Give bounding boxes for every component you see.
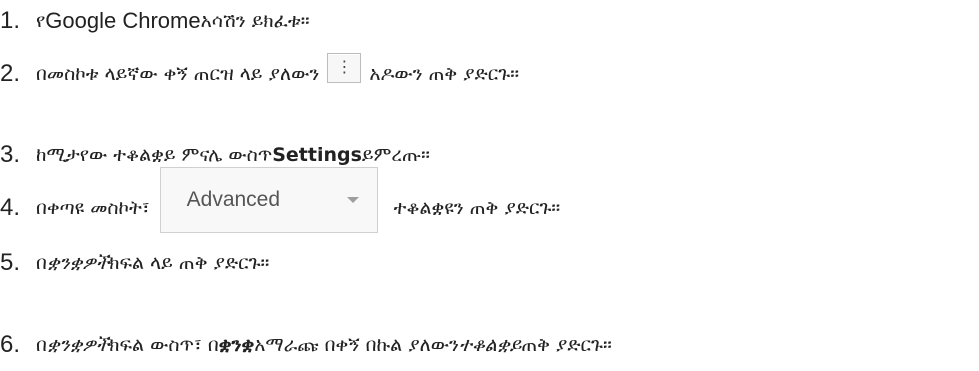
- app-name: Google Chrome: [45, 8, 201, 33]
- step-6: 6. በ ቋንቋዎች ክፍል ውስጥ፣ በ ቋንቋ አማራጩ በቀኝ በኩል ያ…: [0, 328, 979, 362]
- step-4: 4. በቀጣዩ መስኮት፣ Advanced ተቆልቋዩን ጠቅ ያድርጉ።: [0, 167, 979, 240]
- step-text-before: በቀጣዩ መስኮት፣: [36, 197, 150, 219]
- step-number: 6.: [0, 331, 21, 358]
- step-text-after: ተቆልቋዩን ጠቅ ያድርጉ።: [393, 197, 561, 219]
- advanced-dropdown[interactable]: Advanced: [159, 167, 378, 233]
- step-prefix: በ: [36, 334, 47, 356]
- step-text-middle-2: አማራጩ በቀኝ በኩል ያለውን: [254, 334, 459, 356]
- step-5: 5. በ ቋንቋዎች ክፍል ላይ ጠቅ ያድርጉ።: [0, 246, 979, 280]
- step-text-after: አዶውን ጠቅ ያድርጉ።: [369, 63, 520, 85]
- step-number: 3.: [0, 141, 21, 168]
- step-text-before: በመስኮቱ ላይኛው ቀኝ ጠርዝ ላይ ያለውን: [36, 63, 320, 85]
- step-number: 1.: [0, 7, 21, 34]
- step-text: አሳሽን ይክፈቱ።: [200, 10, 310, 32]
- more-menu-button[interactable]: ⋮: [327, 53, 362, 83]
- step-text-after: ክፍል ላይ ጠቅ ያድርጉ።: [109, 252, 270, 274]
- dropdown-word: ተቆልቋይ: [459, 334, 522, 356]
- step-number: 5.: [0, 249, 21, 276]
- step-prefix: በ: [36, 252, 47, 274]
- kebab-icon: ⋮: [336, 59, 353, 76]
- step-2: 2. በመስኮቱ ላይኛው ቀኝ ጠርዝ ላይ ያለውን ⋮ አዶውን ጠቅ ያ…: [0, 52, 979, 96]
- step-text-before: ከሚታየው ተቆልቋይ ምናሌ ውስጥ: [36, 144, 273, 166]
- dropdown-label: Advanced: [186, 188, 281, 211]
- step-prefix: የ: [36, 10, 46, 32]
- step-number: 2.: [0, 60, 21, 87]
- section-name: ቋንቋዎች: [46, 252, 110, 274]
- step-text-middle: ክፍል ውስጥ፣ በ: [109, 334, 219, 356]
- caret-down-icon: [346, 197, 359, 203]
- step-number: 4.: [0, 194, 21, 221]
- instruction-steps: 1. የ Google Chrome አሳሽን ይክፈቱ። 2. በመስኮቱ ላ…: [0, 0, 979, 371]
- step-text-after: ይምረጡ።: [361, 144, 430, 166]
- section-name: ቋንቋዎች: [46, 334, 110, 356]
- step-text-after: ጠቅ ያድርጉ።: [521, 334, 612, 356]
- option-name: ቋንቋ: [218, 334, 255, 356]
- settings-label: Settings: [272, 144, 362, 166]
- step-3: 3. ከሚታየው ተቆልቋይ ምናሌ ውስጥ Settings ይምረጡ።: [0, 138, 979, 172]
- step-1: 1. የ Google Chrome አሳሽን ይክፈቱ።: [0, 4, 979, 38]
